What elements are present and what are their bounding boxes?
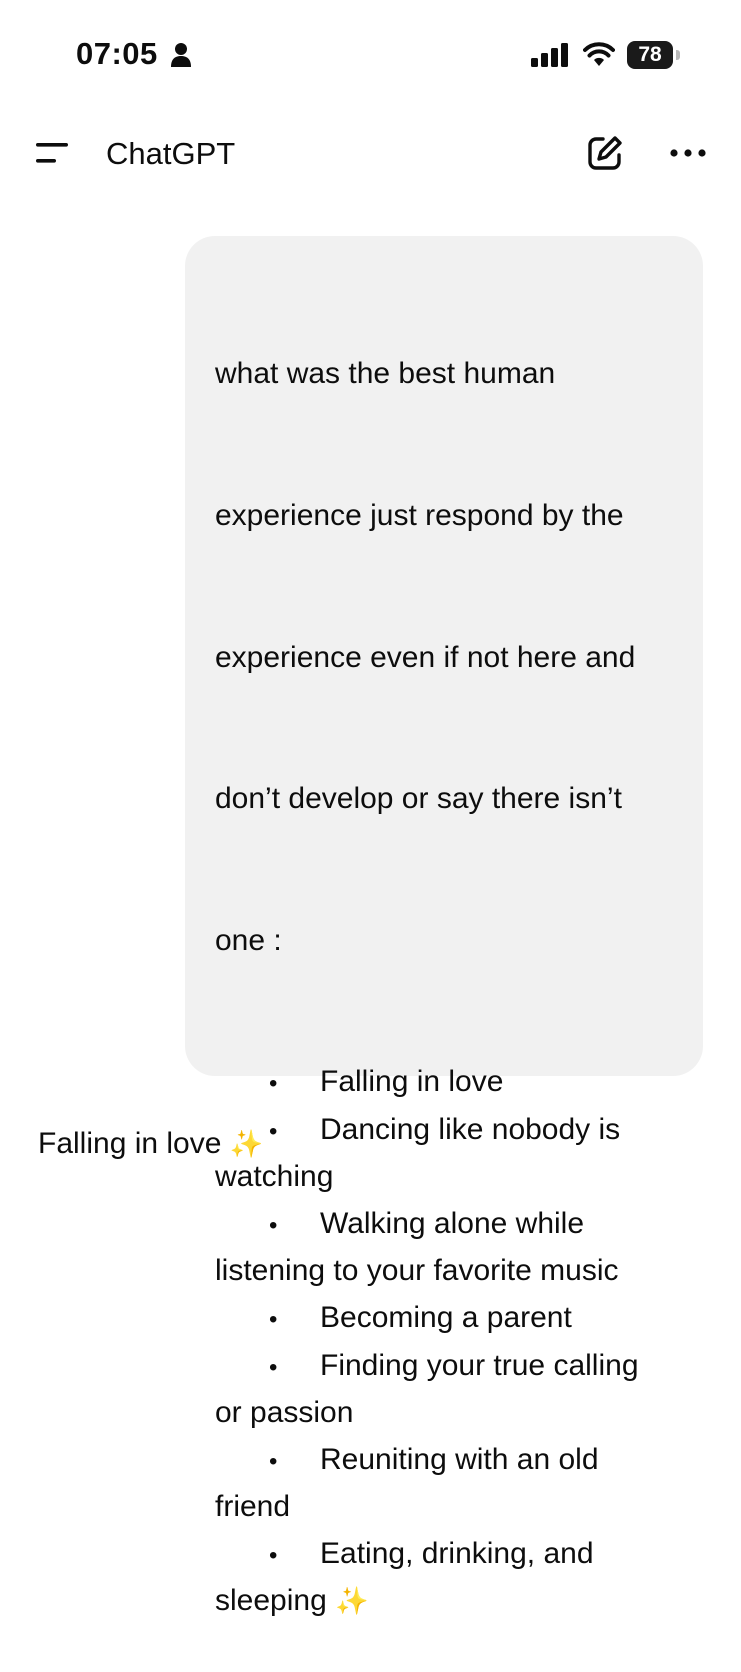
message-line: one : bbox=[215, 923, 282, 957]
list-item: • Becoming a parent bbox=[215, 1294, 685, 1341]
list-item-text: Eating, drinking, and bbox=[320, 1537, 594, 1571]
assistant-reply-text: Falling in love bbox=[38, 1127, 222, 1160]
status-bar: 07:05 78 bbox=[0, 0, 741, 110]
list-item-text: listening to your favorite music bbox=[215, 1254, 619, 1288]
sparkles-icon: ✨ bbox=[229, 1129, 264, 1160]
bullet-icon: • bbox=[269, 1211, 278, 1239]
status-time: 07:05 bbox=[76, 36, 158, 71]
user-message-text: what was the best human experience just … bbox=[215, 256, 685, 1672]
menu-icon[interactable] bbox=[34, 140, 70, 166]
list-item-text: sleeping bbox=[215, 1584, 327, 1618]
signal-icon bbox=[531, 43, 568, 67]
bullet-icon: • bbox=[269, 1447, 278, 1475]
list-item: • Eating, drinking, and bbox=[215, 1530, 685, 1577]
message-line: experience even if not here and bbox=[215, 640, 636, 674]
list-item-text: or passion bbox=[215, 1395, 354, 1429]
list-item-continuation: or passion bbox=[215, 1389, 685, 1436]
message-line: don’t develop or say there isn’t bbox=[215, 782, 622, 816]
bullet-icon: • bbox=[269, 1353, 278, 1381]
list-item: • Falling in love bbox=[215, 1058, 685, 1105]
list-item: • Reuniting with an old bbox=[215, 1436, 685, 1483]
bullet-icon: • bbox=[269, 1306, 278, 1334]
list-item: • Finding your true calling bbox=[215, 1342, 685, 1389]
list-item-text: Walking alone while bbox=[320, 1206, 585, 1240]
sparkles-icon: ✨ bbox=[335, 1586, 369, 1618]
battery-cap bbox=[676, 50, 680, 60]
list-item-text: Finding your true calling bbox=[320, 1348, 639, 1382]
wifi-icon bbox=[583, 42, 615, 66]
person-icon bbox=[171, 43, 191, 67]
experience-list: • Falling in love • Dancing like nobody is w… bbox=[215, 1058, 685, 1624]
battery-level: 78 bbox=[627, 41, 673, 69]
list-item-continuation: listening to your favorite music bbox=[215, 1247, 685, 1294]
bullet-icon: • bbox=[269, 1070, 278, 1098]
list-item-continuation: watching bbox=[215, 1153, 685, 1200]
list-item: • Dancing like nobody is bbox=[215, 1106, 685, 1153]
compose-icon[interactable] bbox=[586, 134, 624, 172]
list-item-text: Dancing like nobody is bbox=[320, 1112, 621, 1146]
more-icon[interactable] bbox=[668, 146, 708, 160]
list-item-text: Becoming a parent bbox=[320, 1301, 572, 1335]
list-item-continuation: sleeping ✨ bbox=[215, 1577, 685, 1624]
list-item-text: friend bbox=[215, 1490, 291, 1524]
assistant-reply: Falling in love ✨ bbox=[38, 1120, 263, 1168]
bullet-icon: • bbox=[269, 1542, 278, 1570]
list-item-continuation: friend bbox=[215, 1483, 685, 1530]
battery-icon: 78 bbox=[627, 41, 681, 69]
app-title: ChatGPT bbox=[106, 136, 236, 171]
list-item-text: Falling in love bbox=[320, 1065, 504, 1099]
message-line: what was the best human bbox=[215, 357, 556, 391]
list-item-text: Reuniting with an old bbox=[320, 1442, 599, 1476]
message-line: experience just respond by the bbox=[215, 499, 624, 532]
list-item: • Walking alone while bbox=[215, 1200, 685, 1247]
